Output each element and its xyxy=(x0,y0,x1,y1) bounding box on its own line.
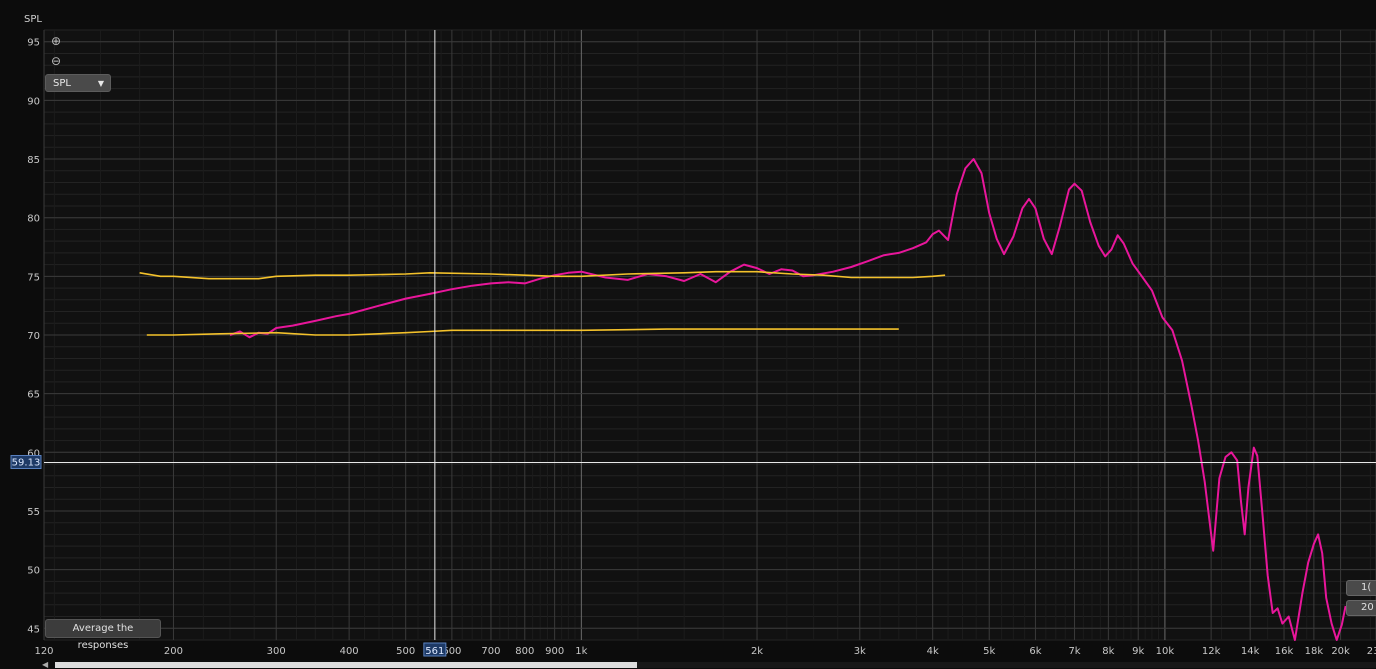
y-tick-label: 65 xyxy=(27,390,40,401)
y-tick-label: 45 xyxy=(27,624,40,635)
select-value: SPL xyxy=(53,78,71,89)
x-tick-label: 7k xyxy=(1068,646,1080,657)
y-tick-label: 80 xyxy=(27,214,40,225)
x-tick-label: 300 xyxy=(267,646,286,657)
y-axis-mode-select[interactable]: SPL ▼ xyxy=(45,74,111,92)
x-tick-label: 5k xyxy=(983,646,995,657)
y-tick-label: 95 xyxy=(27,38,40,49)
x-tick-label: 400 xyxy=(340,646,359,657)
y-tick-label: 55 xyxy=(27,507,40,518)
x-tick-label: 9k xyxy=(1132,646,1144,657)
x-tick-label: 14k xyxy=(1241,646,1260,657)
x-tick-label: 1k xyxy=(575,646,587,657)
frequency-response-chart[interactable]: 120 200 300 400 500 600 700 800 900 1k 2k 3k 4k 5k 6k 7… xyxy=(0,0,1376,668)
x-tick-label: 2k xyxy=(751,646,763,657)
x-tick-label: 6k xyxy=(1029,646,1041,657)
cursor-x-readout: 561 xyxy=(425,646,444,657)
y-tick-label: 90 xyxy=(27,96,40,107)
y-axis-title: SPL xyxy=(24,14,42,25)
x-tick-label: 8k xyxy=(1102,646,1114,657)
x-tick-label: 500 xyxy=(396,646,415,657)
zoom-out-icon[interactable]: ⊖ xyxy=(50,55,62,67)
x-tick-label: 120 xyxy=(34,646,53,657)
x-tick-label: 23k xyxy=(1367,646,1376,657)
cursor-y-readout: 59.13 xyxy=(12,458,41,469)
average-responses-button[interactable]: Average the responses xyxy=(45,619,161,651)
side-button-1[interactable]: 1( xyxy=(1346,580,1376,596)
x-tick-label: 20k xyxy=(1331,646,1350,657)
x-tick-label: 200 xyxy=(164,646,183,657)
y-tick-label: 70 xyxy=(27,331,40,342)
x-tick-label: 10k xyxy=(1156,646,1175,657)
x-tick-label: 4k xyxy=(927,646,939,657)
y-tick-label: 75 xyxy=(27,272,40,283)
x-tick-label: 16k xyxy=(1275,646,1294,657)
chevron-down-icon: ▼ xyxy=(97,79,104,88)
x-tick-label: 3k xyxy=(854,646,866,657)
y-tick-label: 85 xyxy=(27,155,40,166)
x-tick-label: 18k xyxy=(1305,646,1324,657)
side-button-2[interactable]: 20 xyxy=(1346,600,1376,616)
x-tick-label: 800 xyxy=(515,646,534,657)
horizontal-scrollbar-track[interactable] xyxy=(637,662,1376,668)
x-tick-label: 900 xyxy=(545,646,564,657)
x-tick-label: 700 xyxy=(481,646,500,657)
zoom-in-icon[interactable]: ⊕ xyxy=(50,35,62,47)
x-tick-label: 12k xyxy=(1202,646,1221,657)
y-tick-label: 50 xyxy=(27,566,40,577)
horizontal-scrollbar-thumb[interactable] xyxy=(55,662,637,668)
